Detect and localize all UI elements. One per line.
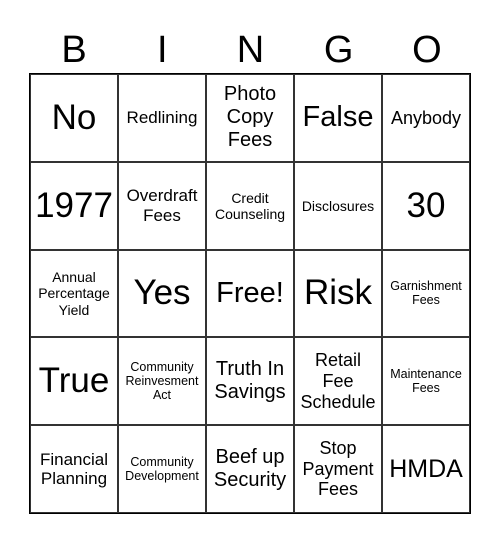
bingo-cell[interactable]: Overdraft Fees	[118, 161, 206, 250]
bingo-free-cell[interactable]: Free!	[206, 249, 294, 338]
bingo-cell[interactable]: Annual Percentage Yield	[30, 249, 118, 338]
bingo-cell[interactable]: False	[294, 74, 382, 162]
bingo-cell[interactable]: Credit Counseling	[206, 161, 294, 250]
header-letter-g: G	[323, 29, 354, 71]
bingo-cell[interactable]: Stop Payment Fees	[294, 425, 382, 513]
bingo-cell[interactable]: Anybody	[382, 74, 470, 162]
bingo-cell[interactable]: Financial Planning	[30, 425, 118, 513]
bingo-cell[interactable]: Risk	[294, 249, 382, 338]
bingo-cell[interactable]: Retail Fee Schedule	[294, 337, 382, 426]
bingo-cell[interactable]: Photo Copy Fees	[206, 74, 294, 162]
bingo-cell[interactable]: Beef up Security	[206, 425, 294, 513]
bingo-cell[interactable]: Redlining	[118, 74, 206, 162]
header-letter-n: N	[236, 29, 265, 71]
bingo-cell[interactable]: Community Development	[118, 425, 206, 513]
bingo-cell[interactable]: Disclosures	[294, 161, 382, 250]
bingo-cell[interactable]: Truth In Savings	[206, 337, 294, 426]
bingo-header: B I N G O	[30, 28, 471, 72]
bingo-cell[interactable]: Community Reinvesment Act	[118, 337, 206, 426]
bingo-cell[interactable]: Garnishment Fees	[382, 249, 470, 338]
bingo-cell[interactable]: HMDA	[382, 425, 470, 513]
bingo-cell[interactable]: Yes	[118, 249, 206, 338]
header-letter-b: B	[61, 29, 87, 71]
header-letter-o: O	[412, 29, 442, 71]
bingo-cell[interactable]: 1977	[30, 161, 118, 250]
bingo-cell[interactable]: True	[30, 337, 118, 426]
header-letter-i: I	[157, 29, 168, 71]
bingo-cell[interactable]: 30	[382, 161, 470, 250]
bingo-grid: No Redlining Photo Copy Fees False Anybo…	[29, 73, 471, 514]
bingo-cell[interactable]: No	[30, 74, 118, 162]
bingo-cell[interactable]: Maintenance Fees	[382, 337, 470, 426]
